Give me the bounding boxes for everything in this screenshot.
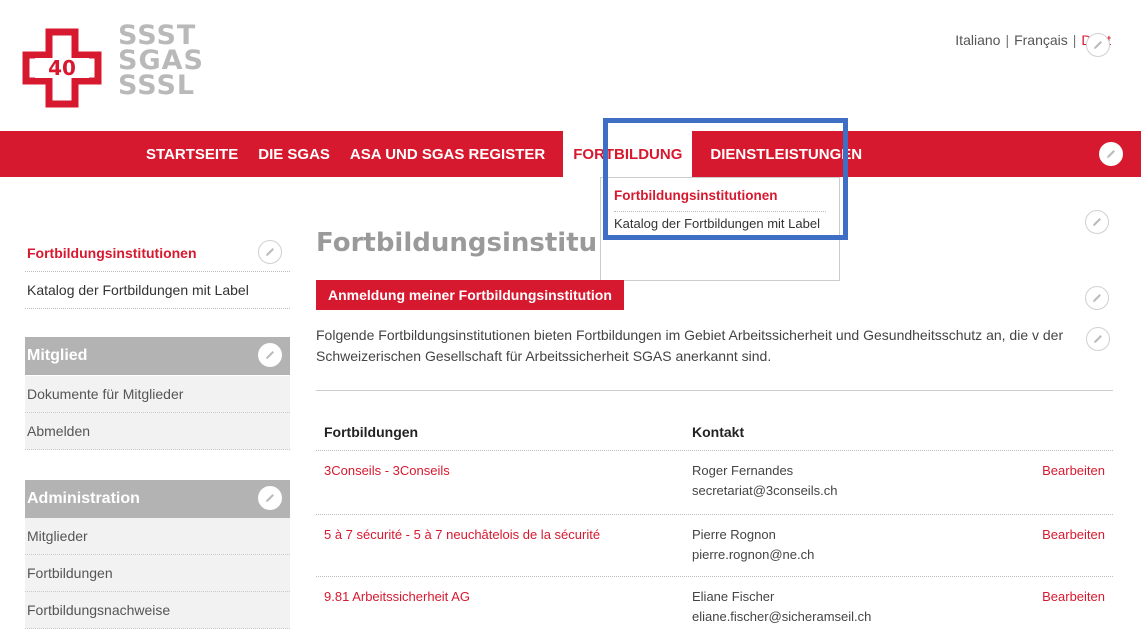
edit-link[interactable]: Bearbeiten bbox=[1042, 463, 1105, 478]
institution-link[interactable]: 5 à 7 sécurité - 5 à 7 neuchâtelois de l… bbox=[324, 527, 600, 542]
sidebar-item-abmelden[interactable]: Abmelden bbox=[25, 413, 290, 450]
sidebar-header-administration: Administration bbox=[25, 480, 290, 518]
col-header-kontakt: Kontakt bbox=[692, 424, 745, 440]
fortbildung-dropdown-menu: Fortbildungsinstitutionen Katalog der Fo… bbox=[600, 177, 840, 281]
dropdown-item-institutionen[interactable]: Fortbildungsinstitutionen bbox=[614, 188, 826, 212]
nav-register[interactable]: ASA UND SGAS REGISTER bbox=[340, 131, 555, 177]
sidebar-item-mitglieder[interactable]: Mitglieder bbox=[25, 518, 290, 555]
main-navigation: STARTSEITE DIE SGAS ASA UND SGAS REGISTE… bbox=[0, 131, 1141, 177]
sidebar-item-fortbildungen[interactable]: Fortbildungen bbox=[25, 555, 290, 592]
edit-pencil-icon[interactable] bbox=[258, 240, 282, 264]
table-row: 5 à 7 sécurité - 5 à 7 neuchâtelois de l… bbox=[316, 514, 1113, 576]
nav-dienstleistungen[interactable]: DIENSTLEISTUNGEN bbox=[692, 131, 872, 177]
contact-email: secretariat@3conseils.ch bbox=[692, 483, 838, 498]
institution-link[interactable]: 9.81 Arbeitssicherheit AG bbox=[324, 589, 470, 604]
nav-startseite[interactable]: STARTSEITE bbox=[136, 131, 248, 177]
table-row: 3Conseils - 3Conseils Roger Fernandes se… bbox=[316, 450, 1113, 514]
edit-pencil-icon[interactable] bbox=[1086, 327, 1110, 351]
logo-text: SSST SGAS SSSL bbox=[118, 22, 204, 101]
divider bbox=[316, 390, 1113, 391]
contact-cell: Pierre Rognon pierre.rognon@ne.ch bbox=[692, 525, 814, 565]
contact-name: Roger Fernandes bbox=[692, 463, 794, 478]
table-row: 9.81 Arbeitssicherheit AG Eliane Fischer… bbox=[316, 576, 1113, 639]
edit-link[interactable]: Bearbeiten bbox=[1042, 527, 1105, 542]
logo-line: SSSL bbox=[118, 70, 196, 101]
lang-italiano[interactable]: Italiano bbox=[955, 32, 1000, 48]
edit-link[interactable]: Bearbeiten bbox=[1042, 589, 1105, 604]
description-text: Folgende Fortbildungsinstitutionen biete… bbox=[316, 327, 1064, 364]
nav-fortbildung[interactable]: FORTBILDUNG bbox=[563, 131, 693, 177]
cross-logo-icon: 40 bbox=[22, 28, 102, 108]
contact-name: Eliane Fischer bbox=[692, 589, 775, 604]
sidebar-link-katalog[interactable]: Katalog der Fortbildungen mit Label bbox=[25, 270, 290, 309]
sidebar-item-dokumente[interactable]: Dokumente für Mitglieder bbox=[25, 376, 290, 413]
sidebar-item-nachweise[interactable]: Fortbildungsnachweise bbox=[25, 592, 290, 629]
page-title: Fortbildungsinstitu bbox=[316, 228, 598, 258]
header-label: Administration bbox=[27, 490, 140, 507]
institution-link[interactable]: 3Conseils - 3Conseils bbox=[324, 463, 450, 478]
edit-pencil-icon[interactable] bbox=[1099, 142, 1123, 166]
logo-number: 40 bbox=[48, 56, 76, 80]
contact-cell: Roger Fernandes secretariat@3conseils.ch bbox=[692, 461, 837, 501]
col-header-fortbildungen: Fortbildungen bbox=[324, 424, 419, 440]
site-logo[interactable]: 40 SSST SGAS SSSL bbox=[22, 20, 222, 110]
edit-pencil-icon[interactable] bbox=[1085, 210, 1109, 234]
contact-email: eliane.fischer@sicheramseil.ch bbox=[692, 609, 872, 624]
sidebar-header-mitglied: Mitglied bbox=[25, 337, 290, 375]
lang-francais[interactable]: Français bbox=[1014, 32, 1068, 48]
contact-email: pierre.rognon@ne.ch bbox=[692, 547, 815, 562]
nav-die-sgas[interactable]: DIE SGAS bbox=[248, 131, 340, 177]
edit-pencil-icon[interactable] bbox=[258, 343, 282, 367]
register-institution-button[interactable]: Anmeldung meiner Fortbildungsinstitution bbox=[316, 280, 624, 310]
contact-cell: Eliane Fischer eliane.fischer@sicheramse… bbox=[692, 587, 871, 627]
header-label: Mitglied bbox=[27, 347, 88, 364]
dropdown-item-katalog[interactable]: Katalog der Fortbildungen mit Label bbox=[614, 216, 826, 232]
edit-pencil-icon[interactable] bbox=[258, 486, 282, 510]
contact-name: Pierre Rognon bbox=[692, 527, 776, 542]
edit-pencil-icon[interactable] bbox=[1086, 33, 1110, 57]
sidebar-link-institutionen[interactable]: Fortbildungsinstitutionen bbox=[25, 233, 290, 272]
edit-pencil-icon[interactable] bbox=[1085, 286, 1109, 310]
